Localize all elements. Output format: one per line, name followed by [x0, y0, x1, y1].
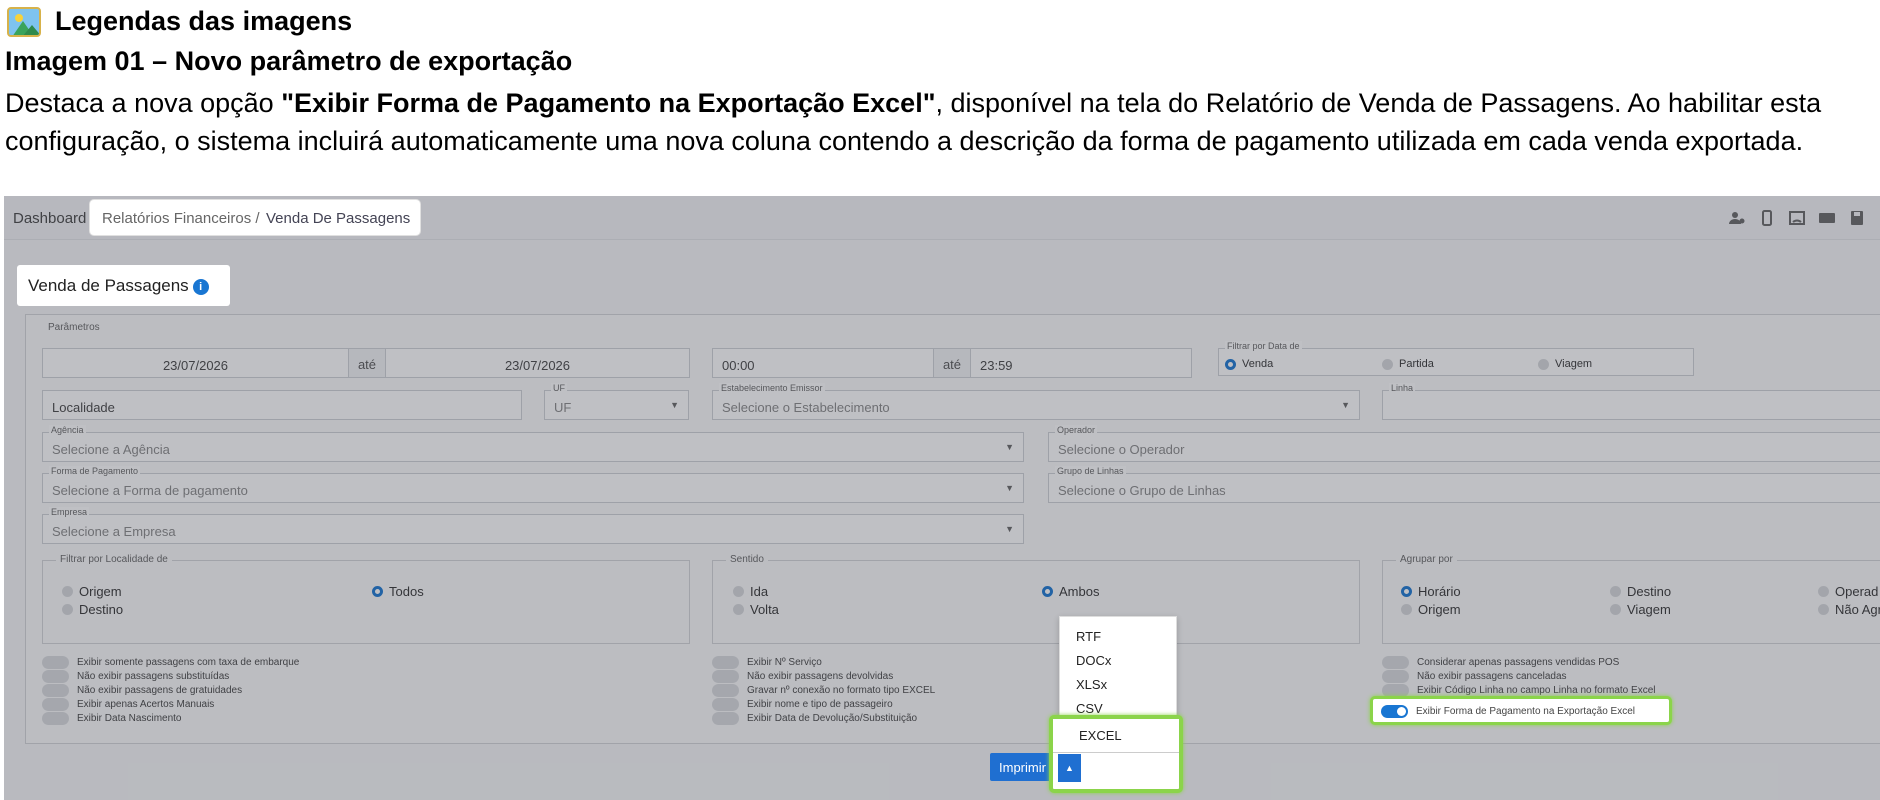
toolbar-icons — [1728, 210, 1866, 226]
linha-select[interactable]: Linha — [1382, 383, 1880, 420]
grupo-linhas-select[interactable]: Grupo de Linhas Selecione o Grupo de Linh… — [1048, 466, 1880, 503]
chevron-down-icon: ▼ — [1341, 400, 1350, 410]
radio-unchecked-icon — [1382, 358, 1393, 370]
switch-off-icon — [712, 684, 739, 697]
agencia-select[interactable]: Agência Selecione a Agência ▼ — [42, 425, 1024, 462]
caret-up-icon: ▲ — [1065, 763, 1074, 773]
info-icon[interactable]: i — [192, 278, 209, 295]
switch-off-icon — [42, 712, 69, 725]
radio-agrupar-viagem[interactable]: Viagem — [1610, 602, 1671, 617]
breadcrumb-venda[interactable]: Venda De Passagens — [266, 210, 410, 227]
time-end-field[interactable]: 23:59 — [970, 348, 1192, 378]
menu-item-docx[interactable]: DOCx — [1076, 653, 1111, 668]
menu-item-excel[interactable]: EXCEL — [1079, 728, 1122, 743]
breadcrumb-relatorios[interactable]: Relatórios Financeiros / — [102, 210, 260, 227]
empresa-select[interactable]: Empresa Selecione a Empresa ▼ — [42, 507, 1024, 544]
toggle-conexao-excel[interactable]: Gravar nº conexão no formato tipo EXCEL — [712, 684, 935, 697]
switch-off-icon — [712, 712, 739, 725]
radio-agrupar-destino[interactable]: Destino — [1610, 584, 1671, 599]
localidade-field[interactable]: Localidade — [42, 390, 522, 420]
date-start-field[interactable]: 23/07/2026 — [42, 348, 349, 378]
switch-off-icon — [712, 698, 739, 711]
switch-on-icon — [1381, 705, 1408, 718]
switch-off-icon — [42, 670, 69, 683]
radio-venda[interactable]: Venda — [1225, 358, 1273, 370]
operador-select[interactable]: Operador Selecione o Operador — [1048, 425, 1880, 462]
radio-agrupar-operador[interactable]: Operad — [1818, 584, 1878, 599]
chevron-down-icon: ▼ — [1005, 442, 1014, 452]
sentido-legend: Sentido — [726, 554, 768, 565]
forma-pagamento-select[interactable]: Forma de Pagamento Selecione a Forma de p… — [42, 466, 1024, 503]
filtro-localidade-group — [42, 560, 690, 644]
signal-icon[interactable] — [1788, 210, 1806, 226]
time-start-field[interactable]: 00:00 — [712, 348, 934, 378]
agrupar-legend: Agrupar por — [1396, 554, 1457, 565]
toggle-data-devolucao[interactable]: Exibir Data de Devolução/Substituição — [712, 712, 917, 725]
date-sep: até — [349, 348, 385, 378]
date-end-field[interactable]: 23/07/2026 — [385, 348, 690, 378]
radio-unchecked-icon — [1538, 358, 1549, 370]
radio-ida[interactable]: Ida — [733, 584, 768, 599]
toggle-nome-tipo-passageiro[interactable]: Exibir nome e tipo de passageiro — [712, 698, 893, 711]
chevron-down-icon: ▼ — [670, 400, 679, 410]
switch-off-icon — [42, 684, 69, 697]
radio-horario[interactable]: Horário — [1401, 584, 1461, 599]
toggle-vendidas-pos[interactable]: Considerar apenas passagens vendidas POS — [1382, 656, 1619, 669]
sentido-group — [712, 560, 1360, 644]
menu-item-rtf[interactable]: RTF — [1076, 629, 1101, 644]
radio-viagem[interactable]: Viagem — [1538, 358, 1592, 370]
estabelecimento-select[interactable]: Estabelecimento Emissor Selecione o Estab… — [712, 383, 1360, 420]
radio-todos[interactable]: Todos — [372, 584, 424, 599]
radio-origem[interactable]: Origem — [62, 584, 122, 599]
radio-volta[interactable]: Volta — [733, 602, 779, 617]
switch-off-icon — [712, 670, 739, 683]
user-settings-icon[interactable] — [1728, 210, 1746, 226]
breadcrumb-dashboard[interactable]: Dashboard / — [13, 210, 95, 227]
radio-agrupar-origem[interactable]: Origem — [1401, 602, 1461, 617]
card-icon[interactable] — [1818, 210, 1836, 226]
breadcrumb-highlight: Relatórios Financeiros / Venda De Passag… — [90, 200, 420, 235]
time-sep: até — [934, 348, 970, 378]
chevron-down-icon: ▼ — [1005, 483, 1014, 493]
caption: Legendas das imagens Imagem 01 – Novo pa… — [0, 0, 1880, 196]
radio-checked-icon — [1225, 358, 1236, 370]
toggle-substituidas[interactable]: Não exibir passagens substituídas — [42, 670, 229, 683]
uf-select[interactable]: UF UF ▼ — [544, 383, 689, 420]
save-icon[interactable] — [1848, 210, 1866, 226]
toggle-devolvidas[interactable]: Não exibir passagens devolvidas — [712, 670, 893, 683]
parameters-legend: Parâmetros — [44, 322, 104, 333]
filtro-localidade-legend: Filtrar por Localidade de — [56, 554, 172, 565]
caption-heading: Legendas das imagens — [7, 6, 352, 37]
mobile-icon[interactable] — [1758, 210, 1776, 226]
radio-nao-agrupar[interactable]: Não Agr — [1818, 602, 1880, 617]
radio-ambos[interactable]: Ambos — [1042, 584, 1099, 599]
toggle-taxa-embarque[interactable]: Exibir somente passagens com taxa de emb… — [42, 656, 299, 669]
switch-off-icon — [42, 656, 69, 669]
toggle-gratuidades[interactable]: Não exibir passagens de gratuidades — [42, 684, 242, 697]
switch-off-icon — [712, 656, 739, 669]
filter-date-group: Filtrar por Data de — [1218, 341, 1694, 376]
toggle-data-nascimento[interactable]: Exibir Data Nascimento — [42, 712, 181, 725]
switch-off-icon — [1382, 656, 1409, 669]
caption-subheading: Imagem 01 – Novo parâmetro de exportação — [5, 46, 573, 76]
chevron-down-icon: ▼ — [1005, 524, 1014, 534]
export-caret-button[interactable]: ▲ — [1058, 754, 1081, 782]
caption-paragraph: Destaca a nova opção "Exibir Forma de Pa… — [5, 88, 1822, 156]
switch-off-icon — [42, 698, 69, 711]
toggle-forma-pagamento-excel[interactable]: Exibir Forma de Pagamento na Exportação … — [1381, 705, 1635, 718]
new-toggle-highlight: Exibir Forma de Pagamento na Exportação … — [1370, 696, 1672, 725]
radio-destino[interactable]: Destino — [62, 602, 123, 617]
framed-picture-icon — [7, 6, 41, 37]
radio-partida[interactable]: Partida — [1382, 358, 1434, 370]
switch-off-icon — [1382, 670, 1409, 683]
menu-item-xlsx[interactable]: XLSx — [1076, 677, 1107, 692]
toggle-numero-servico[interactable]: Exibir Nº Serviço — [712, 656, 822, 669]
toggle-acertos-manuais[interactable]: Exibir apenas Acertos Manuais — [42, 698, 214, 711]
toggle-canceladas[interactable]: Não exibir passagens canceladas — [1382, 670, 1567, 683]
menu-item-csv[interactable]: CSV — [1076, 701, 1103, 716]
page-title: Venda de Passagens i — [17, 265, 230, 306]
